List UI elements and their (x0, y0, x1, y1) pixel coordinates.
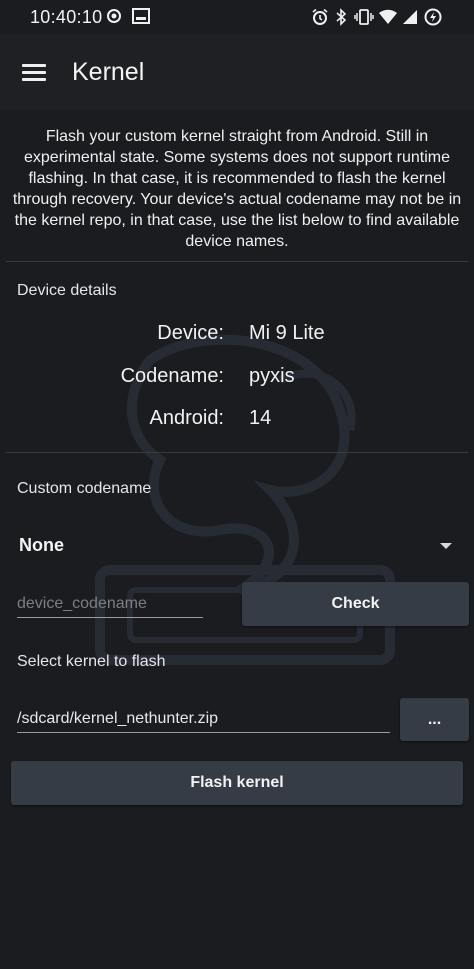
intro-description: Flash your custom kernel straight from A… (12, 128, 462, 250)
device-details-label: Device details (17, 282, 117, 299)
device-value: Mi 9 Lite (249, 322, 325, 344)
menu-icon[interactable] (22, 64, 46, 82)
signal-icon (402, 8, 418, 31)
battery-icon (424, 8, 442, 31)
flash-kernel-button[interactable]: Flash kernel (11, 761, 463, 805)
chevron-down-icon (440, 543, 452, 549)
app-bar: Kernel (0, 34, 474, 110)
check-button[interactable]: Check (242, 582, 469, 626)
browse-button[interactable]: ... (400, 698, 469, 741)
status-time: 10:40:10 (30, 7, 103, 27)
codename-input[interactable] (17, 595, 203, 618)
codename-select[interactable]: None (0, 522, 474, 570)
select-kernel-label: Select kernel to flash (17, 653, 166, 670)
bluetooth-icon (335, 8, 347, 31)
status-bar: 10:40:10 (0, 0, 474, 34)
android-key: Android: (149, 407, 225, 429)
screenshot-icon (132, 8, 150, 29)
android-value: 14 (249, 407, 272, 429)
page-title: Kernel (72, 58, 145, 86)
kernel-path-input[interactable] (17, 710, 390, 733)
record-icon (106, 8, 122, 29)
wifi-icon (378, 8, 398, 31)
codename-value: pyxis (249, 365, 295, 387)
alarm-icon (311, 8, 329, 31)
divider (6, 452, 468, 453)
vibrate-icon (354, 8, 374, 31)
divider (6, 261, 468, 262)
codename-select-value: None (19, 535, 64, 555)
custom-codename-label: Custom codename (17, 480, 152, 497)
codename-key: Codename: (120, 365, 224, 387)
device-key: Device: (157, 322, 224, 344)
